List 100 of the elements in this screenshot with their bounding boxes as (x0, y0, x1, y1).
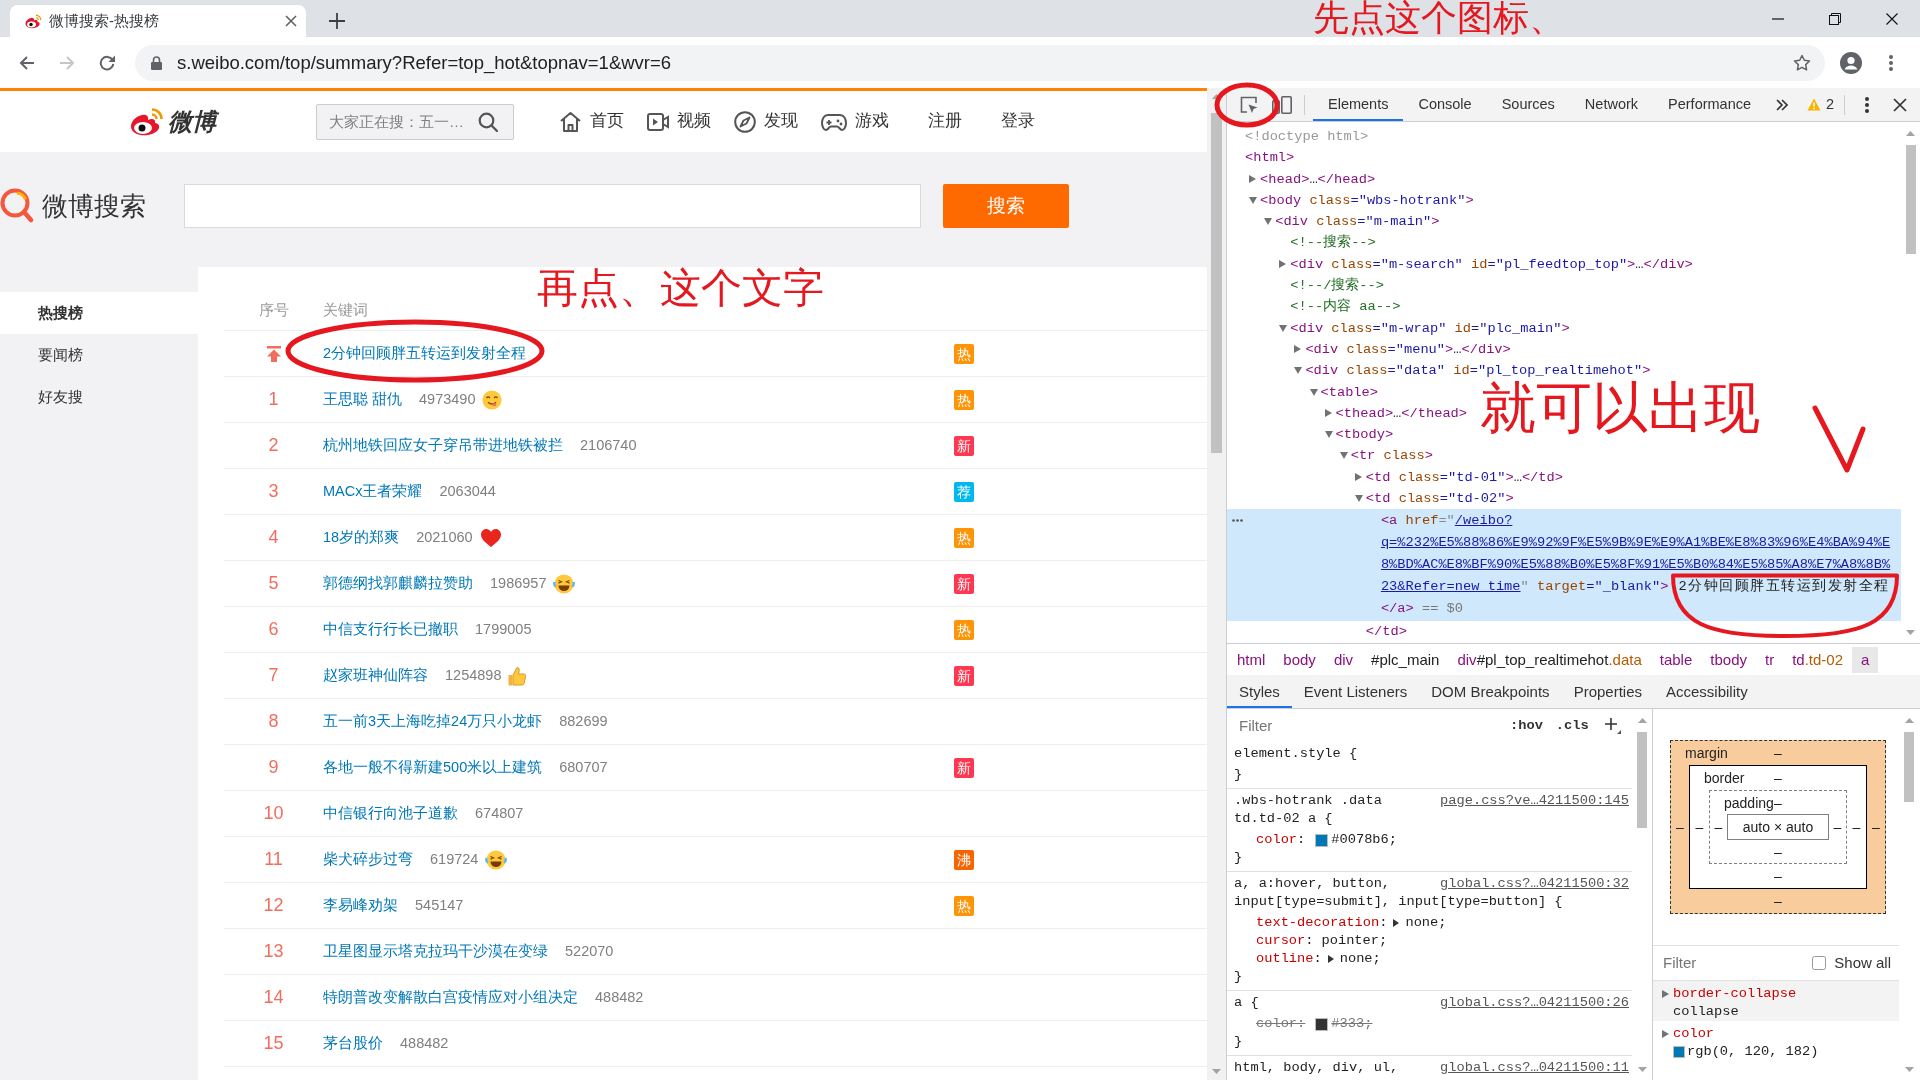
breadcrumb[interactable]: html (1228, 646, 1275, 673)
scroll-down-icon[interactable] (1906, 629, 1915, 635)
scroll-up-icon[interactable] (1904, 717, 1914, 723)
show-all-label[interactable]: Show all (1834, 953, 1891, 973)
panel-tab[interactable]: Properties (1561, 675, 1654, 708)
disclosure-triangle-icon[interactable] (1339, 452, 1348, 460)
disclosure-triangle-icon[interactable] (1279, 324, 1288, 332)
dom-node[interactable]: <body class="wbs-hotrank"> (1227, 189, 1901, 212)
disclosure-triangle-icon[interactable] (1324, 431, 1333, 439)
more-icon[interactable] (1889, 54, 1893, 71)
breadcrumb[interactable]: body (1274, 646, 1325, 673)
keyword-link[interactable]: 杭州地铁回应女子穿吊带进地铁被拦 (323, 436, 563, 455)
keyword-link[interactable]: 郭德纲找郭麒麟拉赞助 (323, 574, 473, 593)
panel-tab[interactable]: Network (1569, 88, 1654, 121)
minimize-icon[interactable] (1771, 17, 1784, 20)
dom-node[interactable]: <html> (1227, 147, 1901, 169)
show-all-checkbox[interactable] (1812, 956, 1827, 970)
breadcrumb[interactable]: tbody (1701, 646, 1756, 673)
bookmark-star-icon[interactable] (1793, 53, 1811, 72)
dom-node[interactable]: <!--内容 aa--> (1227, 296, 1901, 318)
source-link[interactable]: global.css?…04211500:32 (1440, 875, 1629, 893)
dom-node[interactable]: <a href="/weibo?q=%232%E5%88%86%E9%92%9F%E5%9B%9E%E9%A1%BE%E8%83%96%E4%BA%94%E8%BD%AC%E8%BF%90%E5%88%B0%E5%8F%91%E5%B0%84%E5%85%A8%E7%A8%8B%23&Refer=new_time" target="_blank"> 2分钟回顾胖五转运到发射全程 </a> == $0 (1227, 509, 1901, 622)
dom-node[interactable]: <div class="m-search" id="pl_feedtop_top">…</div> (1227, 253, 1901, 276)
panel-tab[interactable]: Sources (1486, 88, 1570, 121)
panel-tab[interactable]: Elements (1313, 88, 1404, 121)
keyword-link[interactable]: MACx王者荣耀 (323, 482, 423, 501)
breadcrumb[interactable]: div#pl_top_realtimehot.data (1448, 646, 1651, 673)
scroll-down-icon[interactable] (1637, 1066, 1647, 1072)
disclosure-triangle-icon[interactable] (1354, 473, 1362, 482)
scrollbar-thumb[interactable] (1637, 732, 1647, 828)
breadcrumb[interactable]: #plc_main (1362, 646, 1449, 673)
panel-tab[interactable]: Accessibility (1654, 675, 1760, 708)
closing-tag-line[interactable]: </td> (1227, 621, 1901, 643)
new-rule-plus-icon[interactable] (1604, 717, 1621, 734)
cls-toggle[interactable]: .cls (1555, 716, 1589, 735)
search-field[interactable] (184, 184, 921, 228)
logo-icon[interactable] (128, 106, 164, 137)
breadcrumb[interactable]: a (1852, 646, 1879, 673)
scroll-up-icon[interactable] (1906, 130, 1915, 136)
search-field[interactable]: 大家正在搜：五一… (316, 103, 514, 140)
keyword-link[interactable]: 2分钟回顾胖五转运到发射全程 (323, 344, 527, 363)
disclosure-triangle-icon[interactable] (1354, 495, 1363, 503)
color-swatch-icon[interactable] (1315, 1017, 1329, 1031)
filter-field[interactable]: Filter (1655, 953, 1809, 973)
property-row[interactable]: border-collapse collapse (1653, 981, 1899, 1021)
dom-node[interactable]: <tr class> (1227, 445, 1901, 467)
close-icon[interactable] (1885, 12, 1898, 25)
scrollbar-thumb[interactable] (1211, 113, 1222, 453)
scroll-up-icon[interactable] (1637, 717, 1647, 723)
address-field[interactable]: s.weibo.com/top/summary?Refer=top_hot&topnav=1&wvr=6 (135, 44, 1825, 81)
source-link[interactable]: page.css?ve…4211500:145 (1440, 792, 1629, 810)
disclosure-triangle-icon[interactable] (1324, 409, 1332, 418)
keyword-link[interactable]: 五一前3天上海吃掉24万只小龙虾 (323, 712, 543, 731)
source-link[interactable]: global.css?…04211500:26 (1440, 994, 1629, 1012)
disclosure-triangle-icon[interactable] (1279, 260, 1287, 269)
nav-link[interactable]: 游戏 (821, 110, 889, 133)
breadcrumb[interactable]: table (1650, 646, 1702, 673)
new-tab-icon[interactable] (329, 13, 345, 29)
keyword-link[interactable]: 特朗普改变解散白宫疫情应对小组决定 (323, 988, 578, 1007)
keyword-link[interactable]: 卫星图显示塔克拉玛干沙漠在变绿 (323, 942, 548, 961)
breadcrumb[interactable]: tr (1756, 646, 1784, 673)
browser-tab[interactable]: 微博搜索-热搜榜 (10, 5, 306, 37)
expand-triangle-icon[interactable] (1327, 955, 1334, 963)
more-icon[interactable] (1865, 96, 1870, 113)
color-swatch-icon[interactable] (1673, 1046, 1685, 1058)
dom-node[interactable]: <td class="td-02"> (1227, 488, 1901, 510)
panel-tab[interactable]: Styles (1227, 675, 1292, 708)
dom-node[interactable]: <div class="menu">…</div> (1227, 338, 1901, 361)
nav-link[interactable]: 视频 (647, 110, 711, 133)
scrollbar-thumb[interactable] (1905, 145, 1916, 254)
dom-node[interactable]: <div class="data" id="pl_top_realtimehot"> (1227, 360, 1901, 382)
source-link[interactable]: global.css?…04211500:11 (1440, 1059, 1629, 1077)
ellipsis-icon[interactable] (1232, 519, 1243, 523)
disclosure-triangle-icon[interactable] (1264, 218, 1273, 226)
color-swatch-icon[interactable] (1315, 833, 1329, 847)
expand-triangle-icon[interactable] (1393, 919, 1400, 927)
disclosure-triangle-icon[interactable] (1294, 345, 1302, 354)
dom-node[interactable]: <head>…</head> (1227, 168, 1901, 190)
sidebar-item[interactable]: 好友搜 (0, 376, 198, 418)
sidebar-item[interactable]: 热搜榜 (0, 292, 198, 334)
reload-icon[interactable] (98, 54, 116, 71)
account-icon[interactable] (1840, 51, 1862, 74)
disclosure-triangle-icon[interactable] (1249, 196, 1258, 204)
close-icon[interactable] (1893, 97, 1908, 112)
keyword-link[interactable]: 18岁的郑爽 (323, 528, 400, 547)
scroll-down-icon[interactable] (1904, 1066, 1914, 1072)
keyword-link[interactable]: 各地一般不得新建500米以上建筑 (323, 758, 543, 777)
close-icon[interactable] (285, 15, 297, 27)
nav-link[interactable]: 登录 (1001, 110, 1035, 133)
device-icon[interactable] (1272, 95, 1292, 114)
search-icon[interactable] (478, 111, 498, 132)
disclosure-triangle-icon[interactable] (1249, 175, 1257, 184)
dom-node[interactable]: <div class="m-main"> (1227, 211, 1901, 233)
nav-link[interactable]: 注册 (928, 110, 962, 133)
keyword-link[interactable]: 茅台股价 (323, 1034, 383, 1053)
scrollbar-thumb[interactable] (1904, 732, 1914, 802)
dom-node[interactable]: <td class="td-01">…</td> (1227, 466, 1901, 489)
disclosure-triangle-icon[interactable] (1309, 388, 1318, 396)
property-row[interactable]: color rgb(0, 120, 182) (1653, 1021, 1899, 1061)
breadcrumb[interactable]: td.td-02 (1783, 646, 1853, 673)
